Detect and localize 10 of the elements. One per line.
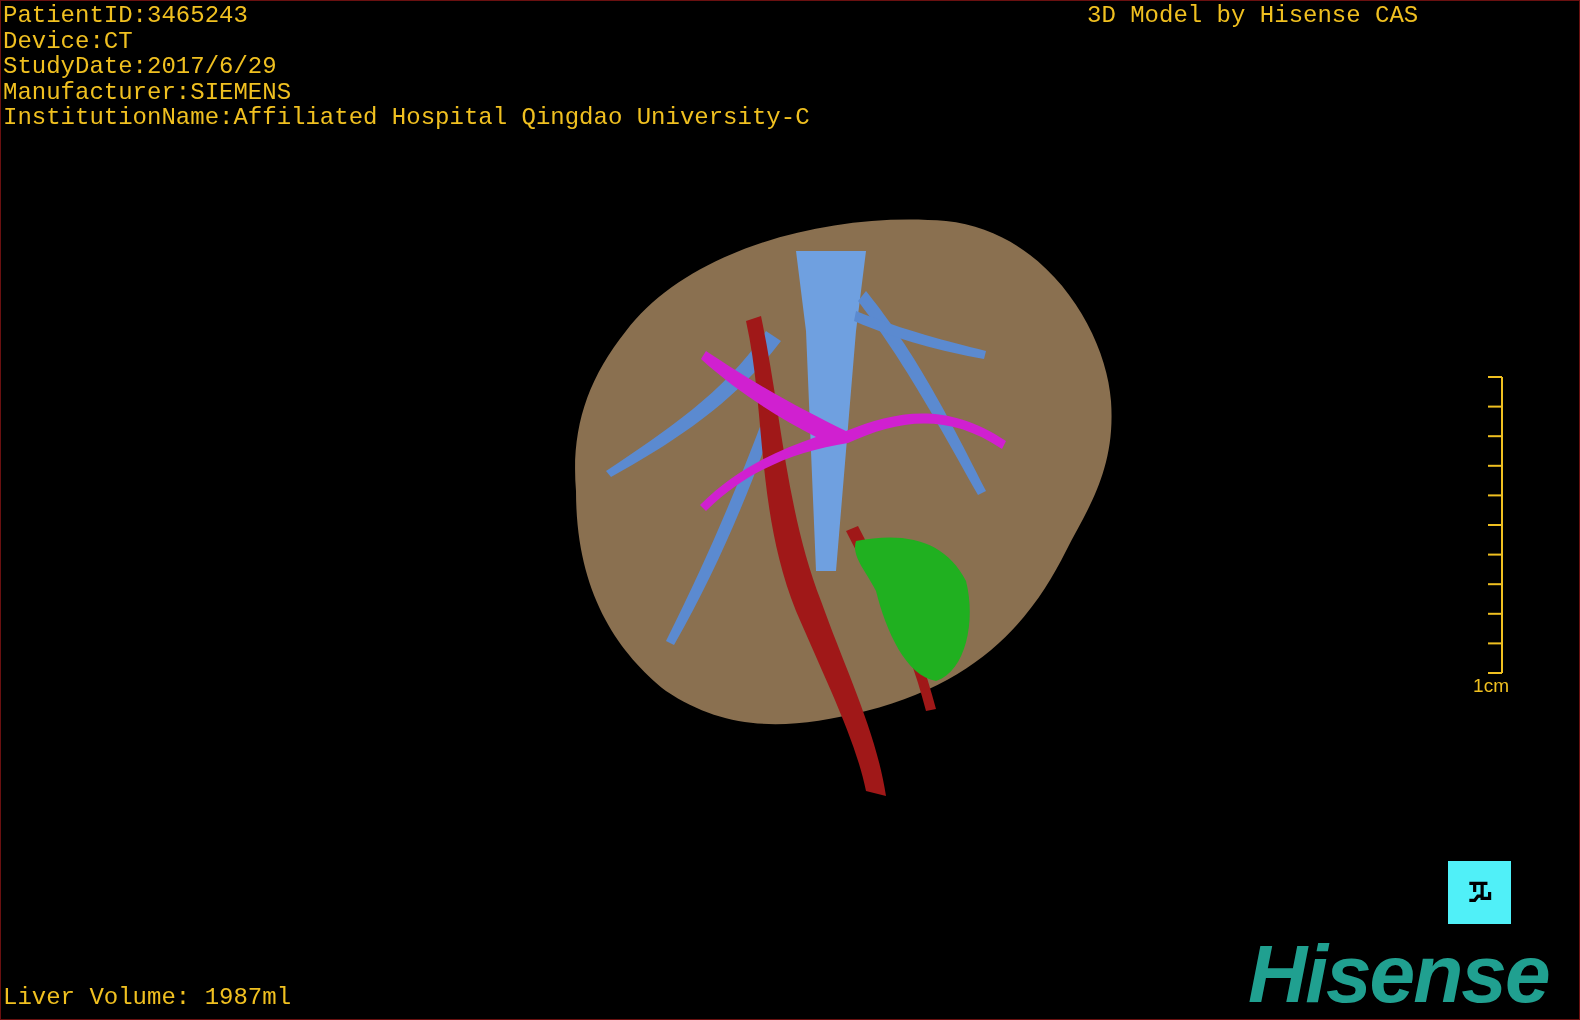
credit-text: 3D Model by Hisense CAS	[1087, 3, 1419, 29]
logo-text: Hisense	[1248, 939, 1549, 1009]
info-text: StudyDate:2017/6/29	[3, 54, 277, 80]
info-text: PatientID:3465243	[3, 3, 248, 29]
scale-label: 1cm	[1473, 675, 1509, 697]
view-toggle-button[interactable]	[1448, 861, 1511, 924]
info-text: InstitutionName:Affiliated Hospital Qingdao University-C	[3, 105, 810, 131]
liver-volume-text: Liver Volume: 1987ml	[3, 985, 292, 1011]
info-text: Device:CT	[3, 28, 133, 54]
info-text: Manufacturer:SIEMENS	[3, 79, 292, 105]
